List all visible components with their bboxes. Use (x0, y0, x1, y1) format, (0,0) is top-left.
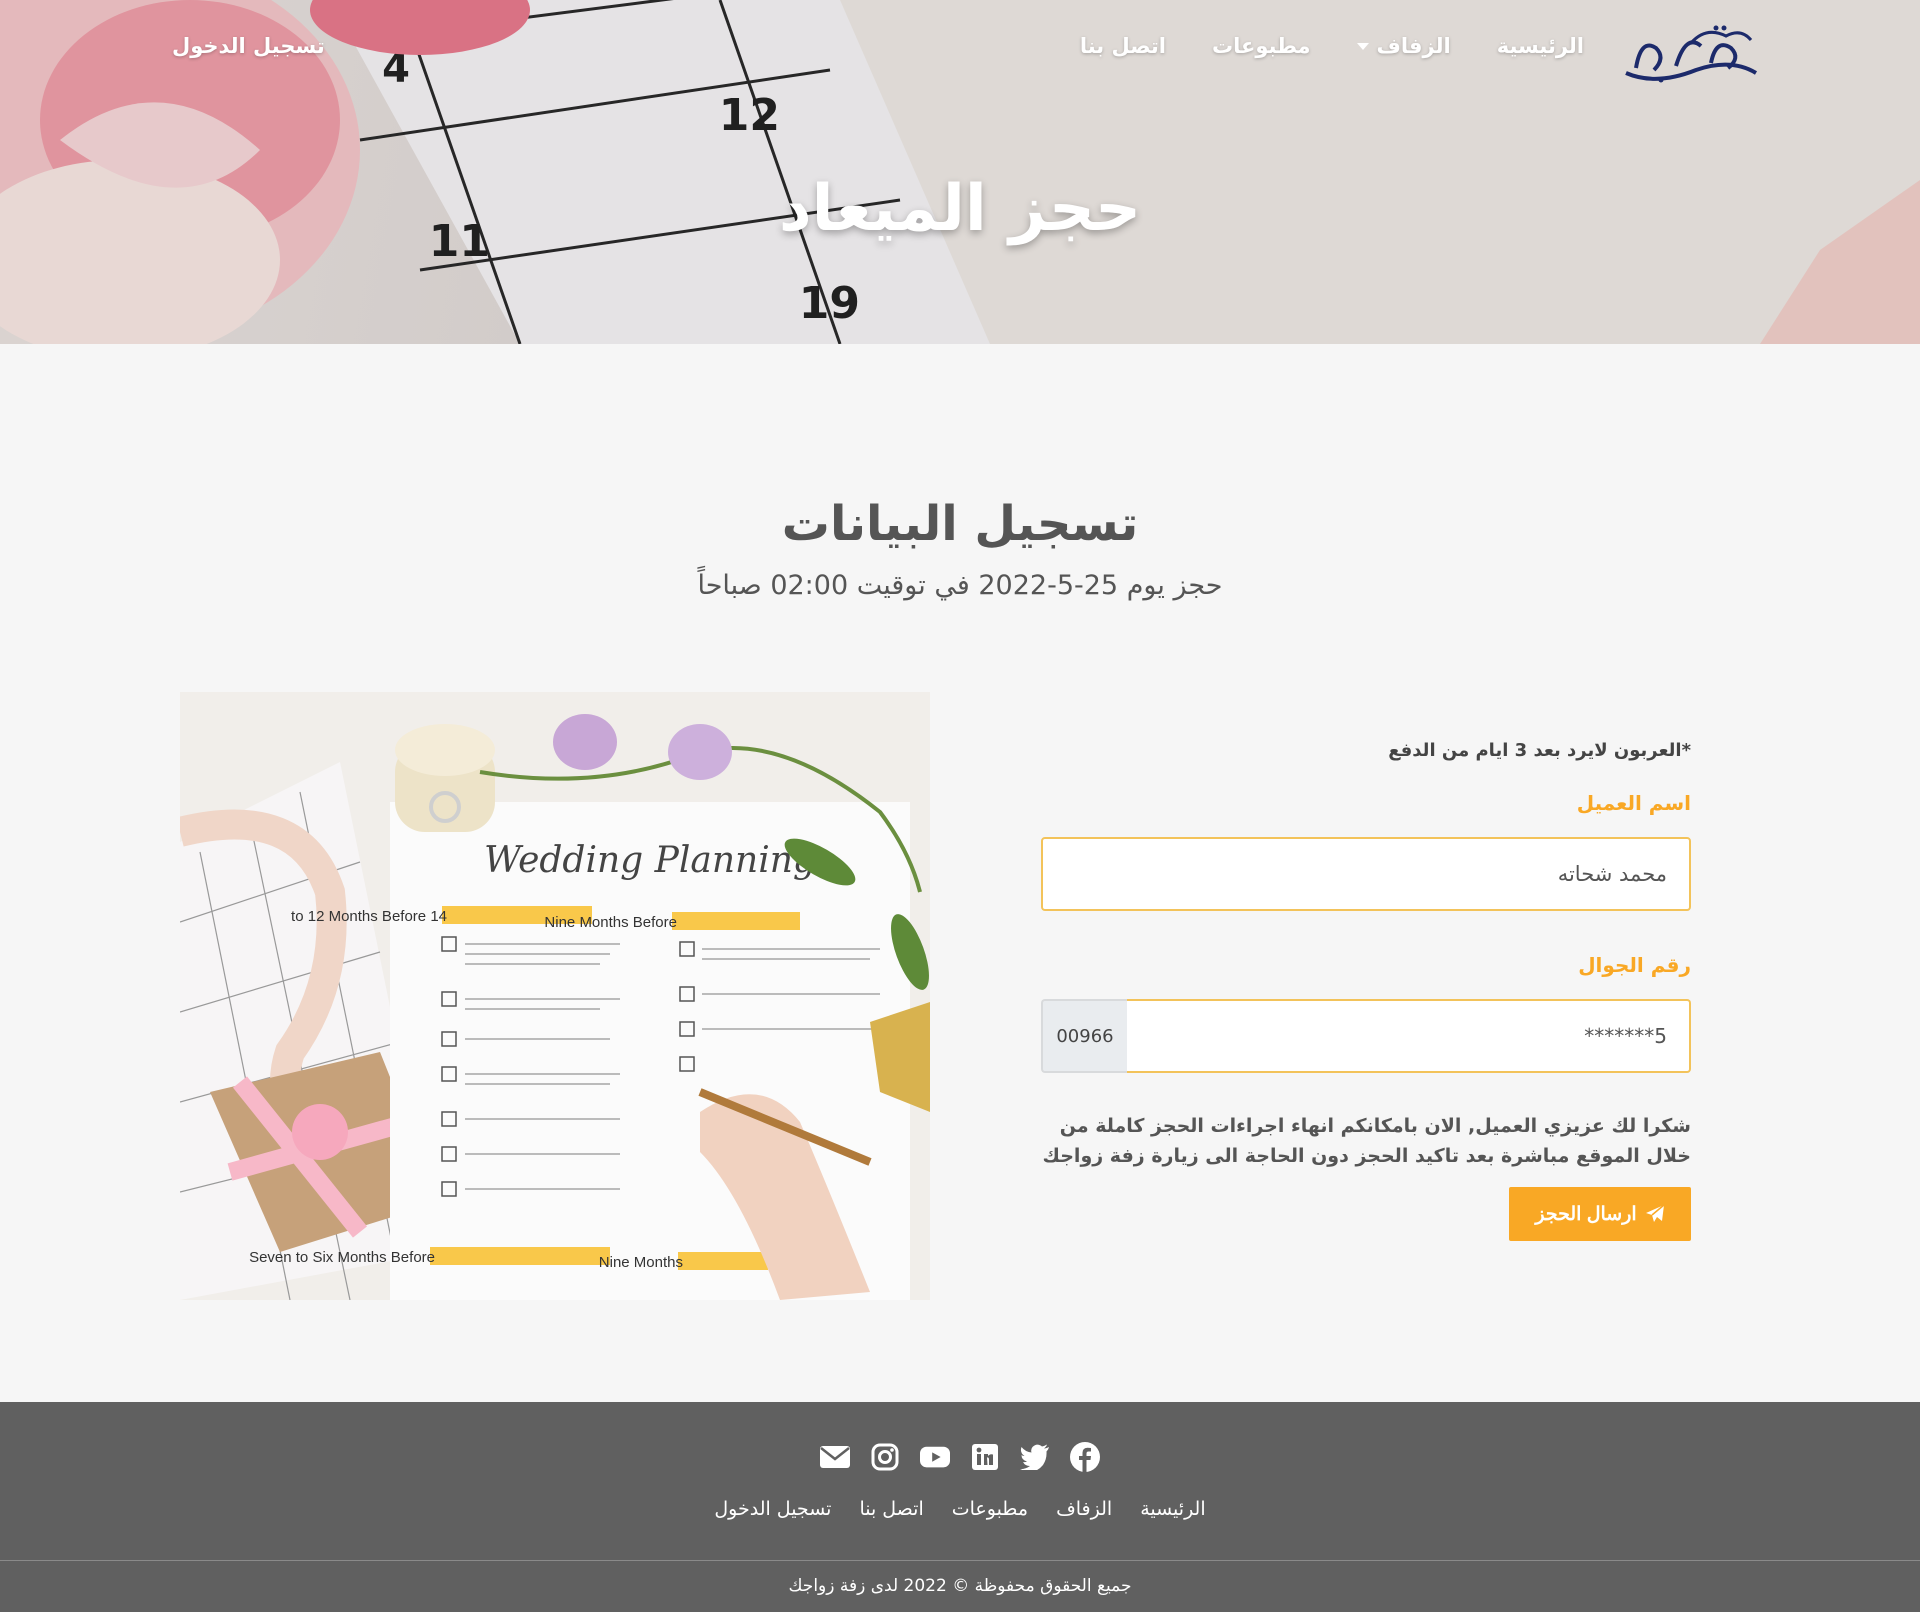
planner-section: 14 to 12 Months Before (291, 908, 447, 925)
footer-divider (0, 1560, 1920, 1561)
wedding-planning-photo: Wedding Planning 14 to 12 Months Before … (180, 692, 930, 1300)
planner-heading: Wedding Planning (484, 840, 816, 881)
login-link[interactable]: تسجيل الدخول (172, 34, 325, 58)
thanks-message: شكرا لك عزيزي العميل, الان بامكانكم انها… (1042, 1115, 1691, 1167)
name-label: اسم العميل (1576, 791, 1691, 815)
nav-link-wedding-dropdown[interactable]: الزفاف (1356, 34, 1451, 58)
wedding-planning-illustration: Wedding Planning 14 to 12 Months Before … (180, 692, 930, 1300)
nav-links: الرئيسية الزفاف مطبوعات اتصل بنا (1080, 34, 1584, 58)
phone-input[interactable]: 5******* (1127, 999, 1691, 1073)
nav-link-label: مطبوعات (1212, 34, 1311, 58)
site-logo[interactable] (1616, 18, 1766, 88)
footer-links: الرئيسية الزفاف مطبوعات اتصل بنا تسجيل ا… (0, 1498, 1920, 1520)
youtube-icon[interactable] (920, 1442, 950, 1472)
linkedin-icon[interactable] (970, 1442, 1000, 1472)
logo-mark (1625, 25, 1758, 83)
email-icon[interactable] (820, 1442, 850, 1472)
phone-field-group: رقم الجوال 5******* 00966 (1041, 953, 1691, 1073)
copyright-text: جميع الحقوق محفوظة © 2022 لدى زفة زواجك (788, 1576, 1132, 1596)
phone-input-group: 5******* 00966 (1041, 999, 1691, 1073)
section-title: تسجيل البيانات (781, 496, 1139, 552)
footer-link-prints[interactable]: مطبوعات (952, 1498, 1028, 1520)
nav-link-home[interactable]: الرئيسية (1497, 34, 1584, 58)
nav-link-prints[interactable]: مطبوعات (1212, 34, 1311, 58)
nav-link-label: الرئيسية (1496, 34, 1584, 58)
country-code-prefix: 00966 (1041, 999, 1127, 1073)
facebook-icon[interactable] (1070, 1442, 1100, 1472)
planner-section: Seven to Six Months Before (249, 1249, 435, 1266)
nav-link-label: الزفاف (1376, 34, 1451, 58)
social-icons (0, 1442, 1920, 1472)
paper-plane-icon (1645, 1204, 1665, 1222)
submit-label: ارسال الحجز (1535, 1203, 1637, 1225)
submit-booking-button[interactable]: ارسال الحجز (1509, 1187, 1691, 1241)
footer-link-wedding[interactable]: الزفاف (1056, 1498, 1112, 1520)
instagram-icon[interactable] (870, 1442, 900, 1472)
hero-banner: 4 12 11 19 الرئيسية الزفاف مطبوعات اتصل … (0, 0, 1920, 344)
footer-link-login[interactable]: تسجيل الدخول (714, 1498, 831, 1520)
site-footer: الرئيسية الزفاف مطبوعات اتصل بنا تسجيل ا… (0, 1402, 1920, 1612)
top-navbar: الرئيسية الزفاف مطبوعات اتصل بنا تسجيل ا… (0, 0, 1920, 100)
footer-link-home[interactable]: الرئيسية (1140, 1498, 1205, 1520)
nav-link-label: اتصل بنا (1079, 34, 1166, 58)
customer-name-input[interactable]: محمد شحاته (1041, 837, 1691, 911)
phone-label: رقم الجوال (1578, 953, 1691, 977)
twitter-icon[interactable] (1020, 1442, 1050, 1472)
deposit-note: *العربون لايرد بعد 3 ايام من الدفع (1388, 740, 1691, 761)
hero-title: حجز الميعاد (778, 172, 1142, 246)
booking-form: *العربون لايرد بعد 3 ايام من الدفع اسم ا… (1041, 740, 1691, 1241)
nav-link-contact[interactable]: اتصل بنا (1080, 34, 1166, 58)
booking-date-subtitle: حجز يوم 25-5-2022 في توقيت 02:00 صباحاً (697, 570, 1223, 601)
planner-section: Nine Months (599, 1254, 683, 1271)
caret-down-icon (1356, 42, 1369, 50)
planner-section: Nine Months Before (544, 914, 677, 931)
name-field-group: اسم العميل محمد شحاته (1041, 791, 1691, 911)
footer-link-contact[interactable]: اتصل بنا (859, 1498, 923, 1520)
